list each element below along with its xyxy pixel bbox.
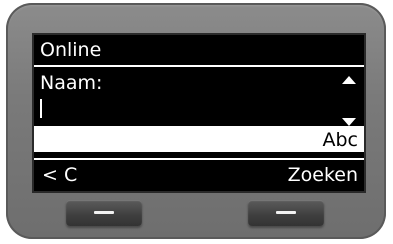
minus-icon [276, 211, 296, 214]
text-cursor [40, 99, 42, 118]
softkey-left-label[interactable]: < C [42, 163, 77, 187]
name-field-label: Naam: [40, 72, 103, 94]
name-input[interactable] [34, 97, 364, 121]
scroll-up-icon[interactable] [342, 76, 356, 84]
softkey-divider [34, 158, 364, 160]
softkey-right-label[interactable]: Zoeken [288, 163, 358, 187]
screen-title: Online [40, 39, 102, 61]
minus-icon [94, 211, 114, 214]
left-softkey-button[interactable] [66, 200, 142, 226]
display-screen: Online Naam: Abc < C Zoeken [32, 33, 366, 193]
softkey-bar: < C Zoeken [34, 163, 364, 187]
title-divider [34, 65, 364, 67]
input-mode-indicator: Abc [34, 126, 364, 152]
scroll-down-icon[interactable] [342, 118, 356, 126]
right-softkey-button[interactable] [248, 200, 324, 226]
